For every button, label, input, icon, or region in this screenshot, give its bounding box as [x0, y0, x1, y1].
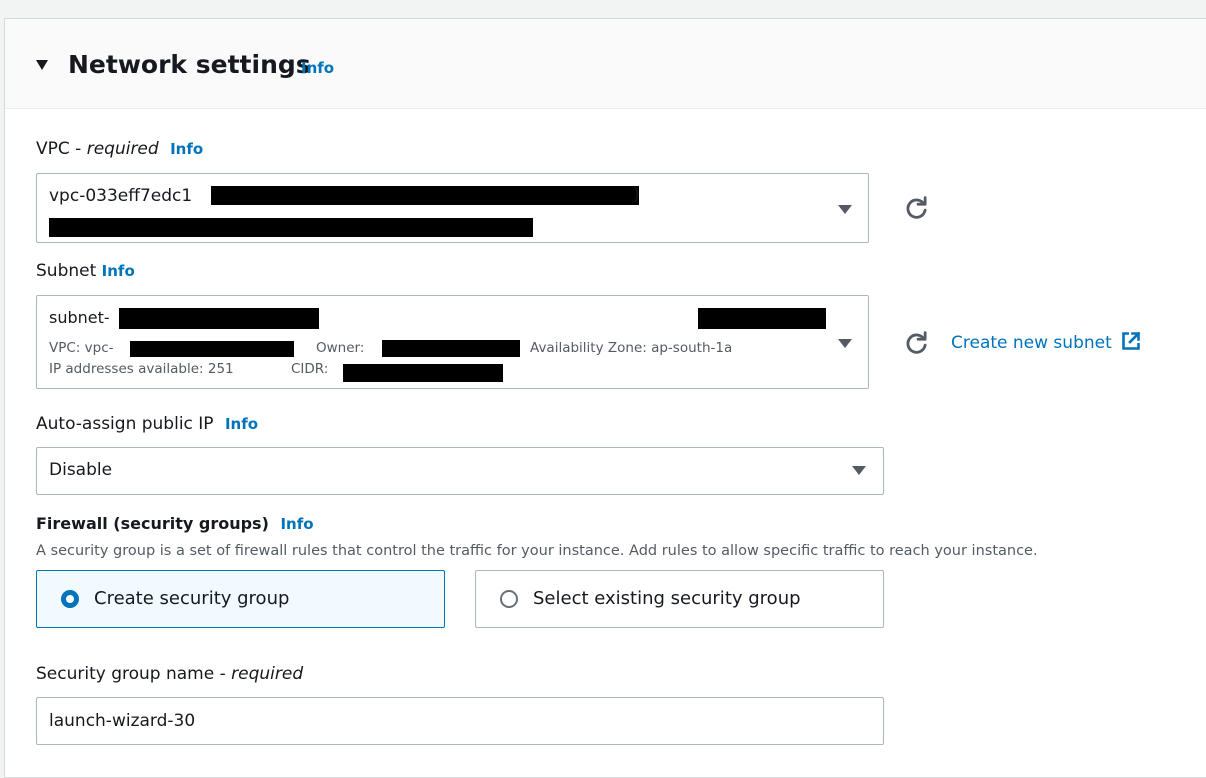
vpc-select-value: vpc-033eff7edc1: [49, 186, 193, 206]
auto-ip-label-text: Auto-assign public IP: [36, 414, 214, 434]
firewall-description: A security group is a set of firewall ru…: [36, 543, 1038, 559]
refresh-icon[interactable]: [904, 330, 930, 356]
auto-ip-select[interactable]: Disable: [36, 447, 884, 495]
subnet-redaction-2: [698, 308, 826, 329]
auto-ip-select-value: Disable: [49, 460, 113, 480]
caret-down-icon[interactable]: [36, 60, 48, 70]
sg-name-label: Security group name - required: [36, 664, 303, 684]
vpc-paren: ): [633, 185, 640, 205]
vpc-info-link[interactable]: Info: [170, 140, 203, 158]
panel-header[interactable]: Network settings Info: [5, 19, 1206, 109]
panel-title: Network settings: [68, 50, 311, 79]
vpc-required: required: [86, 139, 159, 159]
select-existing-security-group-option[interactable]: Select existing security group: [475, 570, 884, 628]
subnet-meta-ip: IP addresses available: 251: [49, 361, 234, 377]
header-info-link[interactable]: Info: [301, 59, 334, 77]
subnet-meta-vpc: VPC: vpc-: [49, 340, 114, 356]
vpc-redaction-1: [211, 186, 639, 205]
firewall-label: Firewall (security groups) Info: [36, 514, 314, 533]
subnet-select[interactable]: subnet- VPC: vpc- Owner: Availability Zo…: [36, 295, 869, 389]
create-subnet-link[interactable]: Create new subnet: [951, 331, 1141, 353]
subnet-select-value: subnet-: [49, 308, 110, 327]
subnet-meta-cidr: CIDR:: [291, 361, 329, 377]
subnet-redaction-1: [119, 308, 319, 329]
subnet-info-link[interactable]: Info: [102, 262, 135, 280]
subnet-meta-owner: Owner:: [316, 340, 365, 356]
select-existing-security-group-label: Select existing security group: [533, 588, 801, 609]
create-security-group-radio[interactable]: [61, 590, 79, 608]
vpc-redaction-2: [49, 218, 533, 237]
chevron-down-icon: [838, 339, 852, 348]
network-settings-panel: Network settings Info VPC - required Inf…: [4, 18, 1206, 778]
sg-name-required: required: [231, 664, 304, 684]
create-security-group-label: Create security group: [94, 588, 290, 609]
subnet-redaction-5: [343, 364, 503, 382]
chevron-down-icon: [838, 205, 852, 214]
chevron-down-icon: [852, 466, 866, 475]
vpc-label-text: VPC -: [36, 139, 87, 159]
sg-name-label-text: Security group name -: [36, 664, 232, 684]
firewall-label-text: Firewall (security groups): [36, 514, 269, 533]
subnet-label-text: Subnet: [36, 261, 97, 281]
external-link-icon: [1122, 331, 1141, 350]
subnet-redaction-3: [130, 341, 294, 357]
subnet-meta-az: Availability Zone: ap-south-1a: [530, 340, 733, 356]
security-group-name-input[interactable]: [36, 697, 884, 745]
subnet-redaction-4: [382, 340, 520, 357]
create-security-group-option[interactable]: Create security group: [36, 570, 445, 628]
vpc-label: VPC - required Info: [36, 139, 203, 159]
vpc-select[interactable]: vpc-033eff7edc1 ): [36, 173, 869, 243]
firewall-info-link[interactable]: Info: [280, 515, 313, 533]
subnet-label: Subnet Info: [36, 261, 135, 281]
auto-ip-info-link[interactable]: Info: [225, 415, 258, 433]
auto-ip-label: Auto-assign public IP Info: [36, 414, 258, 434]
create-subnet-link-text: Create new subnet: [951, 333, 1112, 353]
refresh-icon[interactable]: [904, 195, 930, 221]
select-existing-security-group-radio[interactable]: [500, 590, 518, 608]
